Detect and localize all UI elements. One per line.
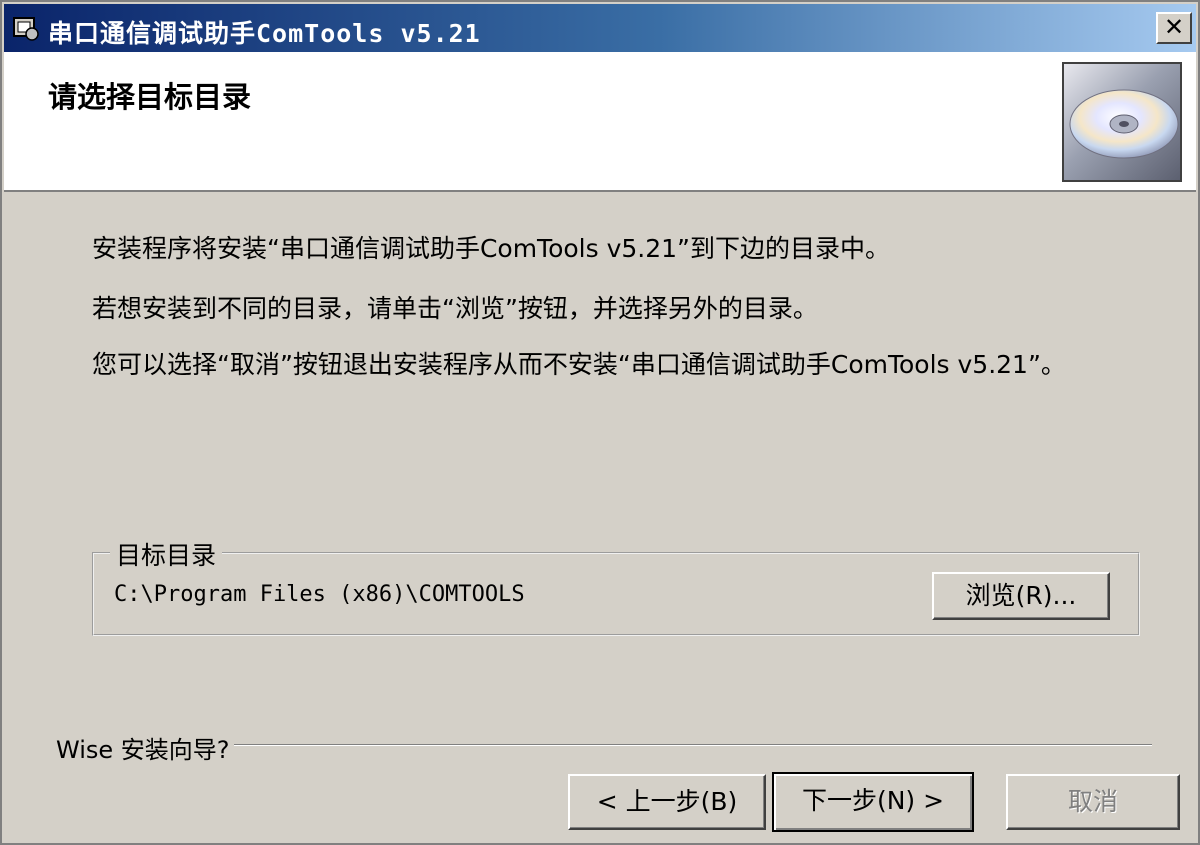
cd-disc-graphic xyxy=(1069,89,1179,159)
installer-app-icon xyxy=(13,17,39,41)
destination-legend: 目标目录 xyxy=(110,536,223,572)
browse-button[interactable]: 浏览(R)... xyxy=(932,572,1110,620)
back-button[interactable]: < 上一步(B) xyxy=(568,774,766,830)
cancel-hint-text: 您可以选择“取消”按钮退出安装程序从而不安装“串口通信调试助手ComTools … xyxy=(92,350,1066,379)
close-icon: ✕ xyxy=(1163,13,1185,41)
cancel-button[interactable]: 取消 xyxy=(1006,774,1180,830)
close-button[interactable]: ✕ xyxy=(1156,12,1192,44)
next-button[interactable]: 下一步(N) > xyxy=(772,772,974,832)
title-bar[interactable]: 串口通信调试助手ComTools v5.21 ✕ xyxy=(4,4,1196,52)
wizard-label: Wise 安装向导? xyxy=(56,730,234,765)
destination-path: C:\Program Files (x86)\COMTOOLS xyxy=(114,582,525,607)
window-title: 串口通信调试助手ComTools v5.21 xyxy=(48,19,481,48)
browse-hint-text: 若想安装到不同的目录，请单击“浏览”按钮，并选择另外的目录。 xyxy=(92,294,818,323)
page-title: 请选择目标目录 xyxy=(48,80,252,114)
header-panel: 请选择目标目录 xyxy=(4,52,1196,192)
installer-window: 串口通信调试助手ComTools v5.21 ✕ 请选择目标目录 安装程序将安装… xyxy=(0,0,1200,845)
intro-text: 安装程序将安装“串口通信调试助手ComTools v5.21”到下边的目录中。 xyxy=(92,234,891,263)
cd-disc-icon xyxy=(1062,62,1182,182)
